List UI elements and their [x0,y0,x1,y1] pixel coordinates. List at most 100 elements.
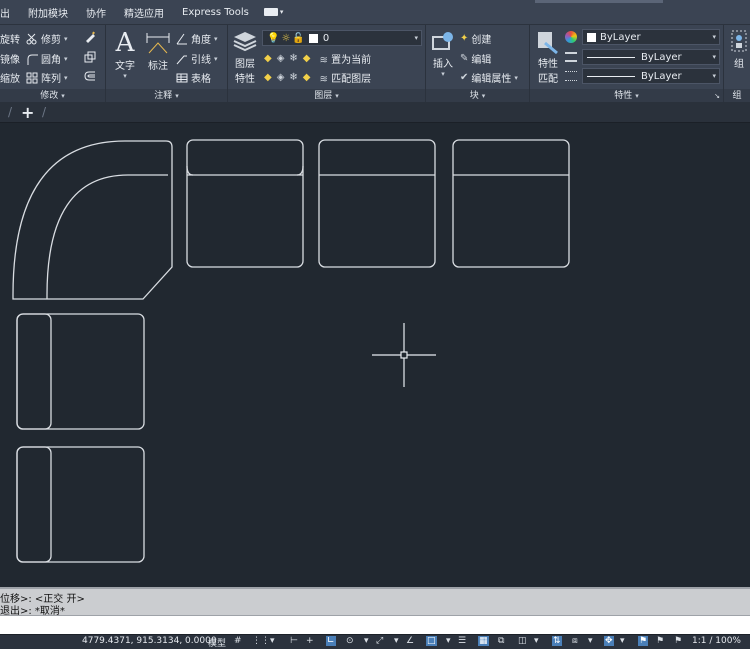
chevron-down-icon[interactable]: ▾ [534,636,539,646]
annotation-scale-readout[interactable]: 1:1 / 100% [692,636,741,646]
copy-icon[interactable] [84,51,96,63]
object-snap-icon[interactable]: □ [426,636,437,646]
selection-filter-icon[interactable]: ⧈ [572,636,578,646]
chevron-down-icon: ▾ [214,54,218,63]
layer-isolate-icon[interactable]: ◈ [277,53,285,64]
drawing-canvas[interactable] [0,123,750,585]
command-input[interactable] [0,615,750,634]
layer-off-icon[interactable]: ◆ [264,53,272,64]
menu-item-addins[interactable]: 附加模块 [19,5,77,20]
annotation-scale-icon[interactable]: ⚑ [674,636,682,646]
edit-attributes-button[interactable]: ✔ 编辑属性 ▾ [460,70,518,85]
properties-title-label: 特性 [614,91,633,101]
menu-item-output[interactable]: 出 [0,5,19,20]
color-wheel-icon[interactable] [565,31,577,43]
chevron-down-icon[interactable]: ▾ [364,636,369,646]
auto-scale-icon[interactable]: ⚑ [656,636,664,646]
chevron-down-icon[interactable]: ▾ [588,636,593,646]
layer-unlock-icon[interactable]: ◆ [303,72,311,83]
chevron-down-icon: ▾ [279,8,284,16]
insert-label: 插入 [433,59,453,70]
layer-unisolate-icon[interactable]: ◈ [277,72,285,83]
model-space-button[interactable]: 模型 [208,636,226,649]
workspace-dropdown[interactable]: ▾ [263,8,284,16]
3d-osnap-icon[interactable]: ◫ [518,636,527,646]
menu-item-express-tools[interactable]: Express Tools [173,7,258,18]
transparency-icon[interactable]: ▦ [478,636,489,646]
array-icon [26,72,38,83]
selection-cycling-icon[interactable]: ⧉ [498,636,504,646]
color-dropdown[interactable]: ByLayer ▾ [582,29,720,45]
dimension-button[interactable]: 标注 [144,29,172,72]
new-tab-button[interactable]: + [21,103,34,122]
angle-button[interactable]: 角度 ▾ [176,31,218,46]
gizmo-icon[interactable]: ✥ [604,636,614,646]
trim-button[interactable]: 修剪 ▾ [26,31,68,46]
group-button[interactable]: 组 [730,29,748,70]
panel-title-properties[interactable]: 特性 ▾ ↘ [530,89,723,103]
match-properties-button[interactable]: 特性 匹配 [534,29,562,85]
chevron-down-icon[interactable]: ▾ [270,636,275,646]
grid-icon[interactable]: # [234,636,242,646]
chevron-down-icon: ▾ [635,92,639,100]
sofa-module-1 [186,139,304,268]
dynamic-ucs-icon[interactable]: ⇅ [552,636,562,646]
chevron-down-icon[interactable]: ▾ [446,636,451,646]
lineweight-display-icon[interactable]: ☰ [458,636,466,646]
chevron-down-icon[interactable]: ▾ [394,636,399,646]
edit-block-icon: ✎ [460,53,469,64]
polar-tracking-icon[interactable]: ⊙ [346,636,354,646]
layer-lock-icon[interactable]: ◆ [303,53,311,64]
object-snap-tracking-icon[interactable]: ∠ [406,636,414,646]
annotation-visibility-icon[interactable]: ⚑ [638,636,649,646]
dynamic-input-icon[interactable]: + [306,636,314,646]
chevron-down-icon[interactable]: ▾ [620,636,625,646]
dialog-launcher-icon[interactable]: ↘ [714,89,720,103]
offset-icon[interactable] [84,70,96,82]
infer-constraints-icon[interactable]: ⊢ [290,636,298,646]
chevron-down-icon: ▾ [712,33,716,41]
layer-properties-button[interactable]: 图层 特性 [231,29,259,85]
set-current-button[interactable]: ≋ 置为当前 [320,51,372,66]
create-block-button[interactable]: ✦ 创建 [460,31,491,46]
panel-title-block[interactable]: 块 ▾ [426,89,529,103]
match-layer-button[interactable]: ≋ 匹配图层 [320,70,372,85]
leader-button[interactable]: 引线 ▾ [176,51,218,66]
search-bar[interactable] [535,0,663,3]
panel-title-annotation[interactable]: 注释 ▾ [106,89,227,103]
scale-button[interactable]: 缩放 [0,70,20,85]
chevron-down-icon: ▾ [712,72,716,80]
chevron-down-icon: ▾ [214,34,218,43]
edit-attributes-icon: ✔ [460,72,469,83]
lightbulb-icon: 💡 [267,32,280,44]
linetype-dropdown[interactable]: ByLayer ▾ [582,68,720,84]
text-button[interactable]: A 文字 ▾ [112,29,138,80]
panel-groups: 组 组 [724,25,750,103]
isodraft-icon[interactable]: ⤢ [376,636,383,646]
panel-title-groups[interactable]: 组 [724,89,750,103]
layer-dropdown[interactable]: 💡 ☼ 🔓 0 ▾ [262,30,422,46]
edit-block-button[interactable]: ✎ 编辑 [460,51,491,66]
rotate-button[interactable]: 旋转 [0,31,20,46]
panel-title-layers[interactable]: 图层 ▾ [228,89,425,103]
menu-item-featured-apps[interactable]: 精选应用 [115,5,173,20]
layer-freeze-icon[interactable]: ❄ [289,53,297,64]
ortho-mode-icon[interactable]: ∟ [326,636,336,646]
menu-item-collaborate[interactable]: 协作 [77,5,115,20]
array-button[interactable]: 阵列 ▾ [26,70,68,85]
snap-mode-icon[interactable]: ⋮⋮ [252,636,270,646]
layer-on-icon[interactable]: ◆ [264,72,272,83]
modify-title-label: 修改 [40,91,59,101]
insert-button[interactable]: 插入 ▾ [429,29,457,78]
table-button[interactable]: 表格 [176,70,211,85]
match-props-label-2: 匹配 [538,74,558,85]
lineweight-value: ByLayer [641,51,682,63]
layer-thaw-icon[interactable]: ❄ [289,72,297,83]
mirror-button[interactable]: 镜像 [0,51,20,66]
color-swatch-icon [587,32,596,42]
panel-title-modify[interactable]: 修改 ▾ [0,89,105,103]
fillet-button[interactable]: 圆角 ▾ [26,51,68,66]
panel-annotation: A 文字 ▾ 标注 角度 ▾ 引线 ▾ 表格 注释 ▾ [106,25,228,103]
lineweight-dropdown[interactable]: ByLayer ▾ [582,49,720,65]
erase-icon[interactable] [84,31,96,43]
